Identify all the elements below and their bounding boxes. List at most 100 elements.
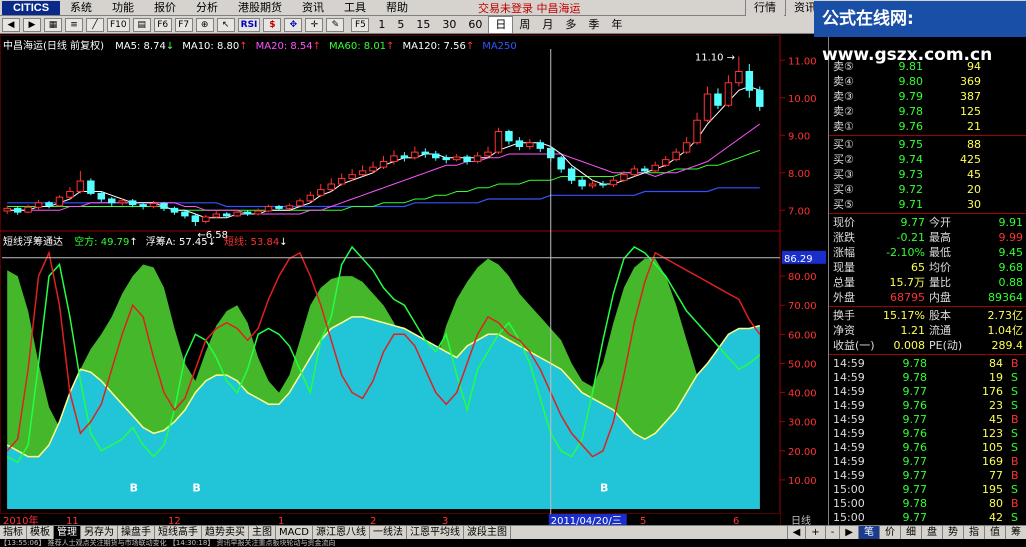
- period-week[interactable]: 周: [513, 17, 536, 33]
- indicator-tick-label: 40.00: [788, 389, 817, 400]
- period-day[interactable]: 日: [488, 15, 514, 34]
- bid-level-label: 买④: [833, 183, 854, 196]
- period-30min[interactable]: 30: [436, 17, 462, 33]
- period-5min[interactable]: 5: [391, 17, 410, 33]
- bottom-tab[interactable]: 操盘手: [118, 526, 155, 539]
- tick-volume: 105: [982, 441, 1003, 454]
- quote-panel-tab[interactable]: 势: [942, 526, 963, 539]
- indicator-legend: 短线浮筹通达 空方: 49.79↑ 浮筹A: 57.45↓ 短线: 53.84↓: [3, 233, 288, 248]
- menu-hk-futures[interactable]: 港股期货: [228, 0, 292, 16]
- quote-panel-tab[interactable]: 筹: [1005, 526, 1026, 539]
- bottom-tab[interactable]: 短线高手: [155, 526, 202, 539]
- move-icon[interactable]: ✥: [284, 17, 303, 32]
- chart-area[interactable]: 11.00 10.00 9.00 8.00 7.00 80.00 70.00 60.00 50.…: [0, 35, 828, 525]
- pen-icon[interactable]: ✎: [326, 17, 345, 32]
- scroll-right-icon[interactable]: ▶: [839, 526, 858, 539]
- scroll-left-icon[interactable]: ◀: [786, 526, 806, 539]
- zoom-icon[interactable]: ⊕: [195, 17, 214, 32]
- zoom-in-icon[interactable]: +: [805, 526, 824, 539]
- bottom-tab[interactable]: 趋势卖买: [202, 526, 249, 539]
- f7-icon[interactable]: F7: [174, 17, 193, 32]
- candle-body: [693, 119, 701, 144]
- bottom-tab[interactable]: 指标: [0, 526, 27, 539]
- period-month[interactable]: 月: [536, 17, 559, 33]
- crosshair-value: 86.29: [784, 254, 813, 265]
- candle-body: [149, 203, 158, 207]
- stat-label: 换手: [833, 309, 855, 322]
- period-15min[interactable]: 15: [410, 17, 436, 33]
- cursor-icon[interactable]: ↖: [216, 17, 235, 32]
- tick-volume: 23: [989, 399, 1003, 412]
- menu-analysis[interactable]: 分析: [186, 0, 228, 16]
- bottom-tab[interactable]: 模板: [27, 526, 54, 539]
- list-icon[interactable]: ≡: [65, 17, 83, 32]
- tick-time: 15:00: [833, 483, 865, 496]
- bottom-tab[interactable]: 主图: [249, 526, 276, 539]
- quote-panel-tab[interactable]: 笔: [858, 526, 879, 539]
- period-1min[interactable]: 1: [372, 17, 391, 33]
- tick-time: 15:00: [833, 511, 865, 524]
- quote-mode-button[interactable]: 行情: [745, 0, 784, 16]
- f10-icon[interactable]: F10: [107, 17, 130, 32]
- bottom-tab[interactable]: MACD: [276, 526, 313, 539]
- period-60min[interactable]: 60: [462, 17, 488, 33]
- stat-value: 15.7万: [889, 276, 926, 289]
- candle-body: [672, 151, 680, 161]
- quote-panel-tab[interactable]: 盘: [921, 526, 942, 539]
- ask-level-label: 卖④: [833, 75, 854, 88]
- period-quarter[interactable]: 季: [582, 17, 605, 33]
- candle-body: [390, 155, 398, 162]
- tick-volume: 176: [982, 385, 1003, 398]
- quote-panel-tab[interactable]: 价: [879, 526, 900, 539]
- candle-body: [609, 179, 618, 186]
- menu-function[interactable]: 功能: [102, 0, 144, 16]
- candle-body: [536, 142, 545, 149]
- stat-row: 现价 9.77 今开 9.91: [829, 215, 1026, 230]
- menu-quote[interactable]: 报价: [144, 0, 186, 16]
- dollar-icon[interactable]: $: [263, 17, 282, 32]
- candle-body: [661, 159, 670, 166]
- tick-side: S: [1011, 511, 1018, 524]
- menu-system[interactable]: 系统: [60, 0, 102, 16]
- period-multi[interactable]: 多: [559, 17, 582, 33]
- bottom-tab[interactable]: 另存为: [81, 526, 118, 539]
- zoom-out-icon[interactable]: -: [824, 526, 840, 539]
- stat-label: 净资: [833, 324, 855, 337]
- back-icon[interactable]: ◀: [2, 17, 20, 32]
- bottom-tab[interactable]: 源江恩八线: [313, 526, 370, 539]
- indicator-name: 短线浮筹通达: [3, 237, 63, 248]
- ask-row: 卖② 9.78 125: [829, 104, 1026, 119]
- stat-label: 量比: [929, 276, 951, 289]
- quote-panel-tab[interactable]: 指: [963, 526, 984, 539]
- x-axis-label: 12: [168, 516, 181, 525]
- tick-row: 14:59 9.78 19 S: [829, 370, 1026, 385]
- forward-icon[interactable]: ▶: [23, 17, 41, 32]
- f6-icon[interactable]: F6: [153, 17, 172, 32]
- period-label: 日线: [791, 514, 811, 525]
- stat-label: 收益(一): [833, 339, 875, 352]
- cross-icon[interactable]: ✛: [305, 17, 324, 32]
- stat-value: -2.10%: [886, 246, 925, 259]
- menu-help[interactable]: 帮助: [376, 0, 418, 16]
- grid-icon[interactable]: ▦: [44, 17, 62, 32]
- ma-arrow: ↓: [165, 41, 175, 52]
- news-ticker[interactable]: 【13:55:06】 推荐人士观点关注期货与市场联动变化 【14:30:18】 …: [0, 539, 1026, 547]
- bottom-tab[interactable]: 一线法: [370, 526, 407, 539]
- menu-info[interactable]: 资讯: [292, 0, 334, 16]
- stat-value: 68795: [890, 291, 925, 304]
- candle-body: [202, 216, 210, 222]
- bottom-tab[interactable]: 江恩平均线: [407, 526, 464, 539]
- f5-button[interactable]: F5: [351, 17, 370, 32]
- chart-icon[interactable]: ╱: [86, 17, 104, 32]
- draw-icon[interactable]: ▤: [132, 17, 151, 32]
- tick-row: 14:59 9.76 123 S: [829, 426, 1026, 441]
- chart-canvas[interactable]: 11.00 10.00 9.00 8.00 7.00 80.00 70.00 60.00 50.…: [0, 35, 828, 525]
- bottom-tab[interactable]: 波段主图: [464, 526, 511, 539]
- quote-panel-tab[interactable]: 值: [984, 526, 1005, 539]
- bottom-tab[interactable]: 管理: [54, 526, 81, 539]
- tick-price: 9.78: [902, 357, 928, 370]
- quote-panel-tab[interactable]: 细: [900, 526, 921, 539]
- period-year[interactable]: 年: [605, 17, 628, 33]
- menu-tools[interactable]: 工具: [334, 0, 376, 16]
- rsi-icon[interactable]: RSI: [237, 17, 261, 32]
